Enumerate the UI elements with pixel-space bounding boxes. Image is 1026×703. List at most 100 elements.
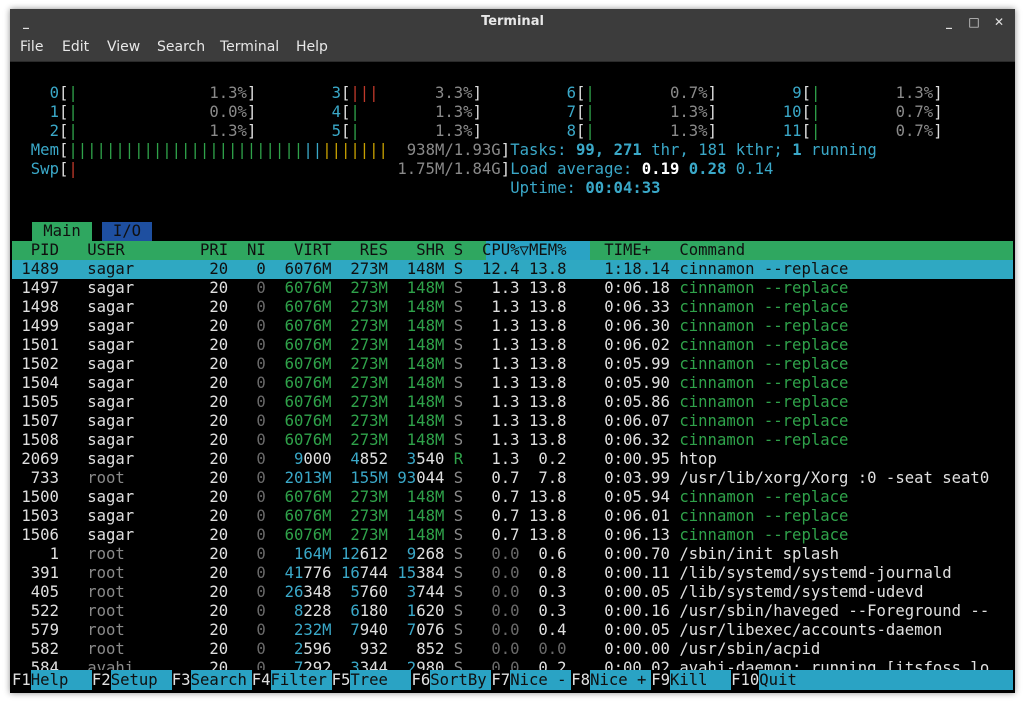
column-header-pri[interactable]: PRI: [200, 241, 228, 260]
process-row[interactable]: 733 root 20 0 2013M 155M 93 044 S 0.7 7.8 0:03.99/u…: [12, 469, 1013, 488]
fkey-f7-label[interactable]: Nice -: [510, 670, 572, 690]
menu-view[interactable]: View: [107, 39, 140, 55]
user-cell: root: [87, 621, 125, 639]
column-header-command[interactable]: Command: [679, 241, 745, 260]
fkey-f10[interactable]: F10: [731, 670, 759, 690]
menu-terminal[interactable]: Terminal: [220, 39, 279, 55]
priority-cell: 20: [209, 412, 229, 430]
fkey-f8-label[interactable]: Nice +: [590, 670, 652, 690]
fkey-f1-label[interactable]: Help: [30, 670, 92, 690]
cpu-usage-bar: |: [68, 103, 78, 121]
process-row[interactable]: 1508 sagar 20 0 6076M 273M 148M S 1.3 13.8 0:06.32…: [12, 431, 1013, 450]
column-header-ni[interactable]: NI: [247, 241, 266, 260]
column-header-s[interactable]: S: [454, 241, 463, 260]
process-row[interactable]: 1507 sagar 20 0 6076M 273M 148M S 1.3 13.8 0:06.07…: [12, 412, 1013, 431]
mem-value: 938M/1.93G: [406, 141, 501, 159]
time-cell: 0:05.86: [604, 393, 670, 411]
column-header-time[interactable]: TIME+: [604, 241, 651, 260]
state-cell: S: [453, 431, 464, 449]
column-header-cpumem[interactable]: CPU%▽MEM%: [482, 241, 567, 260]
cpu-usage-bar: |: [811, 84, 821, 102]
res-cell: 273M: [350, 507, 388, 525]
menu-search[interactable]: Search: [157, 39, 205, 55]
fkey-f6[interactable]: F6: [412, 670, 431, 690]
process-row[interactable]: 1505 sagar 20 0 6076M 273M 148M S 1.3 13.8 0:05.86…: [12, 393, 1013, 412]
user-cell: sagar: [87, 526, 135, 544]
fkey-f10-label[interactable]: Quit: [759, 670, 1014, 690]
pid-cell: 1501: [21, 336, 59, 354]
shr-cell: 744: [416, 583, 445, 601]
fkey-f1[interactable]: F1: [12, 670, 31, 690]
res-cell: 273M: [350, 431, 388, 449]
tab-main[interactable]: Main: [32, 222, 92, 241]
time-cell: 0:00.05: [604, 583, 670, 601]
shr-cell: 148M: [406, 412, 445, 430]
fkey-f9[interactable]: F9: [651, 670, 670, 690]
cpu-percent: 0.7%: [670, 84, 708, 102]
priority-cell: 20: [209, 393, 229, 411]
process-row[interactable]: 1497 sagar 20 0 6076M 273M 148M S 1.3 13.8 0:06.18…: [12, 279, 1013, 298]
process-row[interactable]: 1501 sagar 20 0 6076M 273M 148M S 1.3 13.8 0:06.02…: [12, 336, 1013, 355]
shr-cell: 148M: [406, 488, 445, 506]
process-row[interactable]: 579 root 20 0 232M 7 940 7 076 S 0.0 0.4 0:00.05/usr…: [12, 621, 1013, 640]
res-cell: 273M: [350, 374, 388, 392]
column-header-res[interactable]: RES: [360, 241, 388, 260]
fkey-f5[interactable]: F5: [332, 670, 351, 690]
mem-cell: 13.8: [529, 526, 567, 544]
menu-edit[interactable]: Edit: [62, 39, 89, 55]
process-row[interactable]: 1504 sagar 20 0 6076M 273M 148M S 1.3 13.8 0:05.90…: [12, 374, 1013, 393]
mem-cell: 13.8: [529, 355, 567, 373]
menu-file[interactable]: File: [20, 39, 43, 55]
menu-help[interactable]: Help: [296, 39, 328, 55]
tasks-count: 99,: [576, 141, 605, 159]
fkey-f2-label[interactable]: Setup: [110, 670, 172, 690]
cpu-percent: 0.0%: [209, 103, 247, 121]
close-icon[interactable]: ✕: [989, 12, 1009, 32]
process-row[interactable]: 1498 sagar 20 0 6076M 273M 148M S 1.3 13.8 0:06.33…: [12, 298, 1013, 317]
process-row[interactable]: 522 root 20 0 8 228 6 180 1 620 S 0.0 0.3 0:00.16/usr…: [12, 602, 1013, 621]
process-row[interactable]: 1 root 20 0 164M 12 612 9 268 S 0.0 0.6 0:00.70/sbin…: [12, 545, 1013, 564]
fkey-f3-label[interactable]: Search: [190, 670, 252, 690]
nice-cell: 0: [256, 374, 266, 392]
fkey-f4[interactable]: F4: [252, 670, 271, 690]
column-header-user[interactable]: USER: [87, 241, 125, 260]
res-cell: 273M: [350, 412, 388, 430]
command-cell: /lib/systemd/systemd-journald: [679, 564, 952, 582]
command-cell: cinnamon --replace: [679, 260, 849, 278]
column-header-pid[interactable]: PID: [31, 241, 59, 260]
nice-cell: 0: [256, 469, 266, 487]
process-row[interactable]: 1503 sagar 20 0 6076M 273M 148M S 0.7 13.8 0:06.01…: [12, 507, 1013, 526]
fkey-f4-label[interactable]: Filter: [270, 670, 332, 690]
process-row[interactable]: 2069 sagar 20 0 9 000 4 852 3 540 R 1.3 0.2 0:00.95 ht…: [12, 450, 1013, 469]
process-row[interactable]: 1506 sagar 20 0 6076M 273M 148M S 0.7 13.8 0:06.13…: [12, 526, 1013, 545]
fkey-f8[interactable]: F8: [571, 670, 590, 690]
column-header-virt[interactable]: VIRT: [294, 241, 332, 260]
process-row[interactable]: 582 root 20 0 2 596 932 852 S 0.0 0.0 0:00.00/usr/s…: [12, 640, 1013, 659]
meter-bracket: [: [576, 84, 586, 102]
column-header-shr[interactable]: SHR: [416, 241, 444, 260]
process-row[interactable]: 1499 sagar 20 0 6076M 273M 148M S 1.3 13.8 0:06.30…: [12, 317, 1013, 336]
fkey-f3[interactable]: F3: [172, 670, 191, 690]
process-row[interactable]: 1502 sagar 20 0 6076M 273M 148M S 1.3 13.8 0:05.99…: [12, 355, 1013, 374]
process-row[interactable]: 391 root 20 0 41 776 16 744 15 384 S 0.0 0.8 0:00.11 /…: [12, 564, 1013, 583]
process-row[interactable]: 405 root 20 0 26 348 5 760 3 744 S 0.0 0.3 0:00.05/li…: [12, 583, 1013, 602]
fkey-f2[interactable]: F2: [92, 670, 111, 690]
column-header[interactable]: PID USER PRI NI VIRT RES SHR S CPU%▽MEM% TIME+ Com…: [12, 241, 1013, 260]
fkey-f7[interactable]: F7: [491, 670, 510, 690]
tab-io[interactable]: I/O: [102, 222, 152, 241]
fkey-f5-label[interactable]: Tree: [350, 670, 412, 690]
maximize-icon[interactable]: □: [964, 12, 984, 32]
cpu-id-label: 8: [566, 122, 576, 140]
htop-screen[interactable]: 0[| 1.3%] 3[||| 3.3%] 6[| 0.7%] 9[| 1.3%] 1[| 0.0…: [12, 62, 1014, 690]
time-cell: 0:06.30: [604, 317, 670, 335]
minimize-icon[interactable]: _: [939, 12, 959, 32]
process-row[interactable]: 1489 sagar 20 0 6076M 273M 148M S 12.4 13.8 1:18.1…: [12, 260, 1013, 279]
virt-cell: 6076M: [284, 355, 332, 373]
load-5min: 0.28: [688, 160, 727, 178]
fkey-f9-label[interactable]: Kill: [670, 670, 732, 690]
process-row[interactable]: 1500 sagar 20 0 6076M 273M 148M S 0.7 13.8 0:05.94…: [12, 488, 1013, 507]
res-cell-thousands: 16: [341, 564, 360, 582]
state-cell: S: [453, 279, 464, 297]
fkey-f6-label[interactable]: SortBy: [430, 670, 492, 690]
cpu-cell: 0.0: [491, 545, 520, 563]
